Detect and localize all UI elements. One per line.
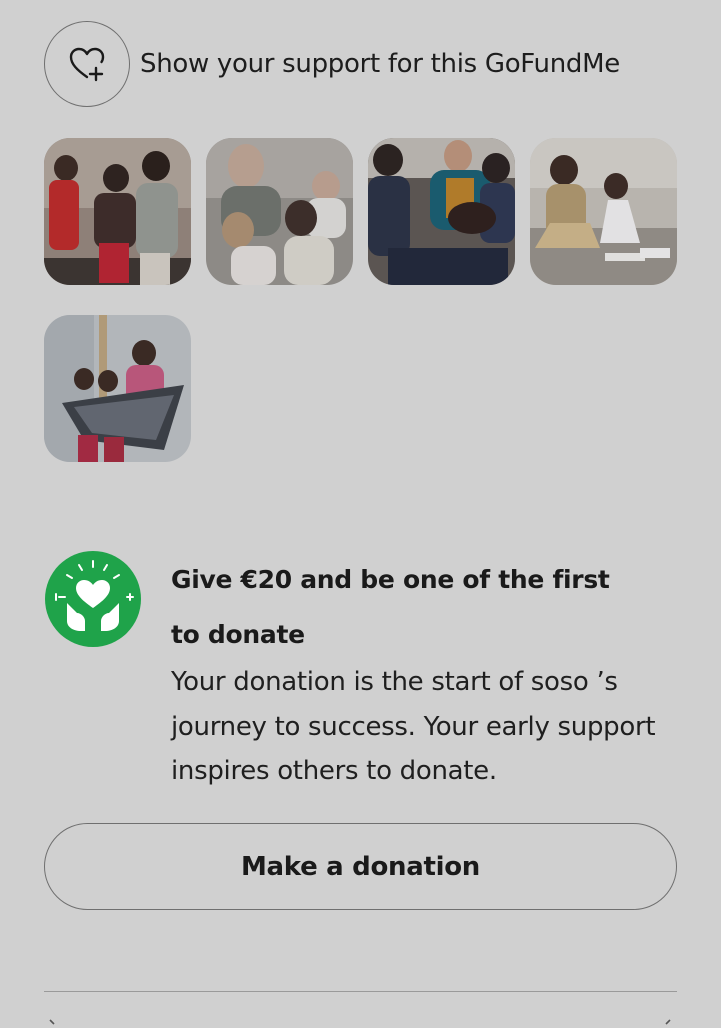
give-title: Give €20 and be one of the first to dona… <box>171 565 610 649</box>
chevron-icon <box>49 1019 55 1025</box>
make-donation-button[interactable]: Make a donation <box>44 823 677 910</box>
heart-plus-icon <box>69 47 105 82</box>
give-description: Your donation is the start of soso ’s jo… <box>171 667 656 786</box>
divider <box>44 991 677 992</box>
support-row[interactable]: Show your support for this GoFundMe <box>44 21 620 107</box>
hands-heart-icon <box>45 551 141 647</box>
chevron-icon-right <box>665 1019 671 1025</box>
gallery-photo-2[interactable] <box>206 138 353 285</box>
gallery-photo-4[interactable] <box>530 138 677 285</box>
gallery-photo-3[interactable] <box>368 138 515 285</box>
gallery-photo-1[interactable] <box>44 138 191 285</box>
gallery-photo-5[interactable] <box>44 315 191 462</box>
support-heart-button[interactable] <box>44 21 130 107</box>
support-label: Show your support for this GoFundMe <box>140 49 620 79</box>
